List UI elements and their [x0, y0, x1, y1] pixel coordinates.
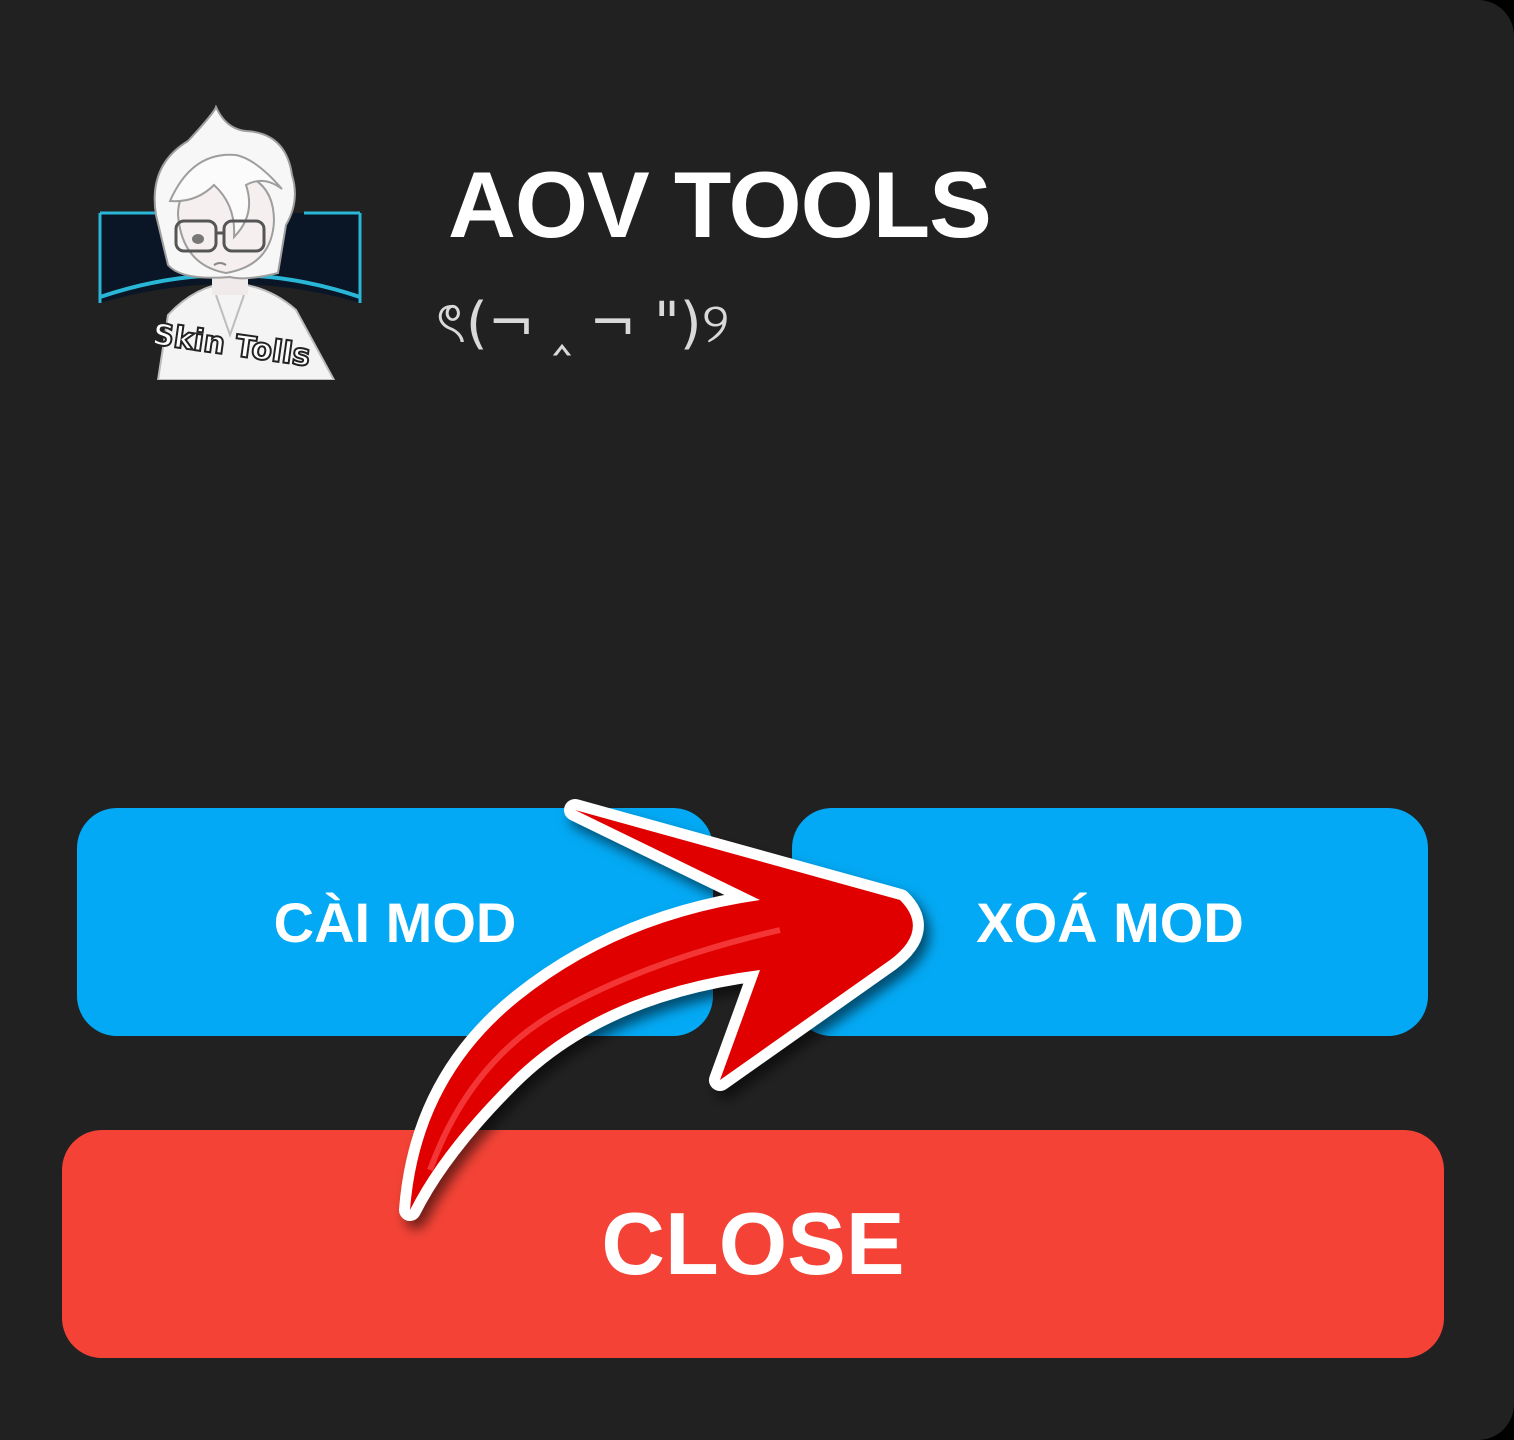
app-logo: Skin Tolls — [96, 105, 364, 380]
app-title: AOV TOOLS — [448, 152, 992, 257]
close-button[interactable]: CLOSE — [62, 1130, 1444, 1358]
install-mod-button[interactable]: CÀI MOD — [77, 808, 713, 1036]
remove-mod-button[interactable]: XOÁ MOD — [792, 808, 1428, 1036]
mod-dialog: Skin Tolls AOV TOOLS ৎ(¬ ‸ ¬ ")୨ CÀI MOD… — [0, 0, 1514, 1440]
app-subtitle: ৎ(¬ ‸ ¬ ")୨ — [436, 291, 730, 356]
